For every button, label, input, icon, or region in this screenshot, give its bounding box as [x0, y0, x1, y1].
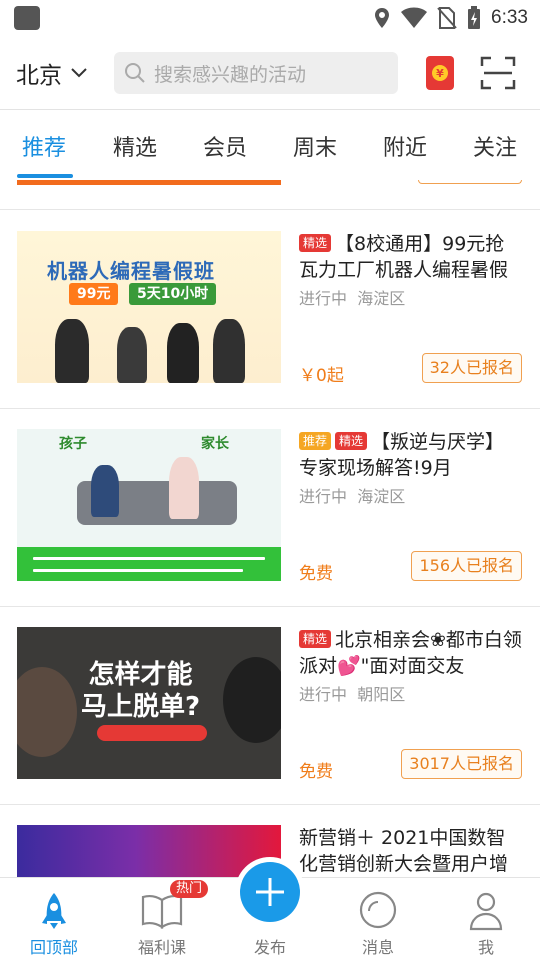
- tab-following[interactable]: 关注: [473, 130, 517, 162]
- tab-weekend[interactable]: 周末: [293, 130, 337, 162]
- signup-badge-edge: [418, 180, 522, 184]
- search-input[interactable]: 搜索感兴趣的活动: [114, 52, 398, 94]
- activity-meta: 进行中 海淀区: [299, 285, 405, 309]
- child-figure: [91, 465, 119, 517]
- activity-status: 进行中: [299, 289, 348, 308]
- signup-count-badge: 3017人已报名: [401, 749, 522, 779]
- scan-icon[interactable]: [480, 55, 516, 91]
- tag-recommend: 推荐: [299, 432, 332, 450]
- tag-featured: 精选: [299, 234, 332, 252]
- person-figure: [223, 657, 281, 743]
- activity-title[interactable]: 推荐 精选 【叛逆与厌学】 专家现场解答!9月: [299, 429, 523, 481]
- tab-member[interactable]: 会员: [203, 130, 247, 162]
- thumbnail-price-tag: 99元: [69, 283, 119, 305]
- thumbnail-label-child: 孩子: [59, 436, 87, 452]
- activity-title[interactable]: 精选【8校通用】99元抢瓦力工厂机器人编程暑假班: [299, 231, 523, 283]
- no-sim-icon: [437, 7, 457, 29]
- list-item[interactable]: 孩子 家长 推荐 精选 【叛逆与厌学】 专家现场解答!9月 进行中 海淀区 免费 1…: [0, 409, 540, 607]
- nav-back-to-top[interactable]: 回顶部: [4, 878, 104, 960]
- hot-badge: 热门: [170, 880, 209, 898]
- app-notification-icon: [14, 6, 40, 30]
- thumbnail-banner: [17, 547, 281, 581]
- chevron-down-icon: [71, 68, 87, 78]
- battery-charging-icon: [468, 6, 481, 29]
- child-figure: [55, 319, 89, 383]
- tag-featured: 精选: [299, 630, 332, 648]
- red-packet-icon[interactable]: ¥: [426, 56, 454, 90]
- activity-district: 海淀区: [357, 487, 406, 506]
- parent-figure: [169, 457, 199, 519]
- publish-button[interactable]: [240, 862, 300, 922]
- city-selector[interactable]: 北京: [16, 56, 88, 90]
- person-figure: [17, 667, 77, 757]
- category-tabs: 推荐 精选 会员 周末 附近 关注: [0, 110, 540, 180]
- thumbnail-duration-tag: 5天10小时: [129, 283, 217, 305]
- plus-icon: [256, 878, 284, 906]
- thumbnail-edge: [17, 180, 281, 185]
- nav-label: 回顶部: [29, 938, 78, 957]
- search-icon: [125, 63, 145, 83]
- child-figure: [117, 327, 147, 383]
- activity-thumbnail: [17, 825, 281, 877]
- location-icon: [375, 8, 390, 28]
- bottom-navigation: 回顶部 福利课 热门 发布 消息 我: [0, 862, 540, 960]
- activity-thumbnail: 机器人编程暑假班 99元 5天10小时: [17, 231, 281, 383]
- child-figure: [167, 323, 199, 383]
- thumbnail-pill: [97, 725, 207, 741]
- list-item[interactable]: 机器人编程暑假班 99元 5天10小时 精选 【8校通用】99元抢瓦力工厂机器人编…: [0, 211, 540, 409]
- list-item-partial[interactable]: [0, 180, 540, 210]
- activity-price: 免费: [299, 564, 333, 584]
- coin-icon: ¥: [432, 65, 448, 81]
- rocket-icon: [32, 890, 76, 932]
- status-bar: 6:33: [0, 0, 540, 36]
- activity-meta: 进行中 朝阳区: [299, 681, 405, 705]
- nav-me[interactable]: 我: [436, 878, 536, 960]
- nav-label: 消息: [361, 938, 394, 957]
- nav-messages[interactable]: 消息: [328, 878, 428, 960]
- tag-featured: 精选: [335, 432, 368, 450]
- child-figure: [213, 319, 245, 383]
- activity-district: 朝阳区: [357, 685, 406, 704]
- activity-price: 免费: [299, 762, 333, 782]
- activity-title[interactable]: 新营销＋ 2021中国数智化营销创新大会暨用户增长峰会: [299, 825, 523, 877]
- activity-meta: 进行中 海淀区: [299, 483, 405, 507]
- clock: 6:33: [491, 7, 528, 28]
- city-name: 北京: [16, 63, 62, 89]
- activity-thumbnail: 孩子 家长: [17, 429, 281, 581]
- nav-label: 我: [477, 938, 494, 957]
- nav-label: 福利课: [137, 938, 186, 957]
- activity-feed[interactable]: 机器人编程暑假班 99元 5天10小时 精选 【8校通用】99元抢瓦力工厂机器人编…: [0, 180, 540, 877]
- activity-price: ￥0起: [299, 366, 344, 386]
- signup-count-badge: 32人已报名: [421, 353, 522, 383]
- thumbnail-headline: 机器人编程暑假班: [47, 259, 215, 283]
- list-item[interactable]: 怎样才能 马上脱单? 精选 北京相亲会❀都市白领派对💕"面对面交友 进行中 朝阳区…: [0, 607, 540, 805]
- active-tab-indicator: [17, 174, 73, 178]
- search-placeholder: 搜索感兴趣的活动: [154, 63, 307, 86]
- activity-thumbnail: 怎样才能 马上脱单?: [17, 627, 281, 779]
- signup-count-badge: 156人已报名: [411, 551, 522, 581]
- thumbnail-label-parent: 家长: [201, 436, 229, 452]
- nav-publish[interactable]: 发布: [220, 862, 320, 960]
- top-header: 北京 搜索感兴趣的活动 ¥: [0, 36, 540, 110]
- tab-featured[interactable]: 精选: [113, 130, 157, 162]
- tab-nearby[interactable]: 附近: [383, 130, 427, 162]
- person-icon: [464, 890, 508, 932]
- thumbnail-text: 怎样才能 马上脱单?: [81, 660, 201, 722]
- nav-label: 发布: [253, 938, 286, 957]
- nav-welfare-course[interactable]: 福利课 热门: [112, 878, 212, 960]
- chat-bubble-icon: [356, 890, 400, 932]
- tab-recommend[interactable]: 推荐: [22, 130, 66, 162]
- activity-title[interactable]: 精选 北京相亲会❀都市白领派对💕"面对面交友: [299, 627, 523, 679]
- activity-status: 进行中: [299, 685, 348, 704]
- activity-status: 进行中: [299, 487, 348, 506]
- wifi-icon: [401, 7, 428, 28]
- status-icons: 6:33: [373, 4, 528, 32]
- activity-district: 海淀区: [357, 289, 406, 308]
